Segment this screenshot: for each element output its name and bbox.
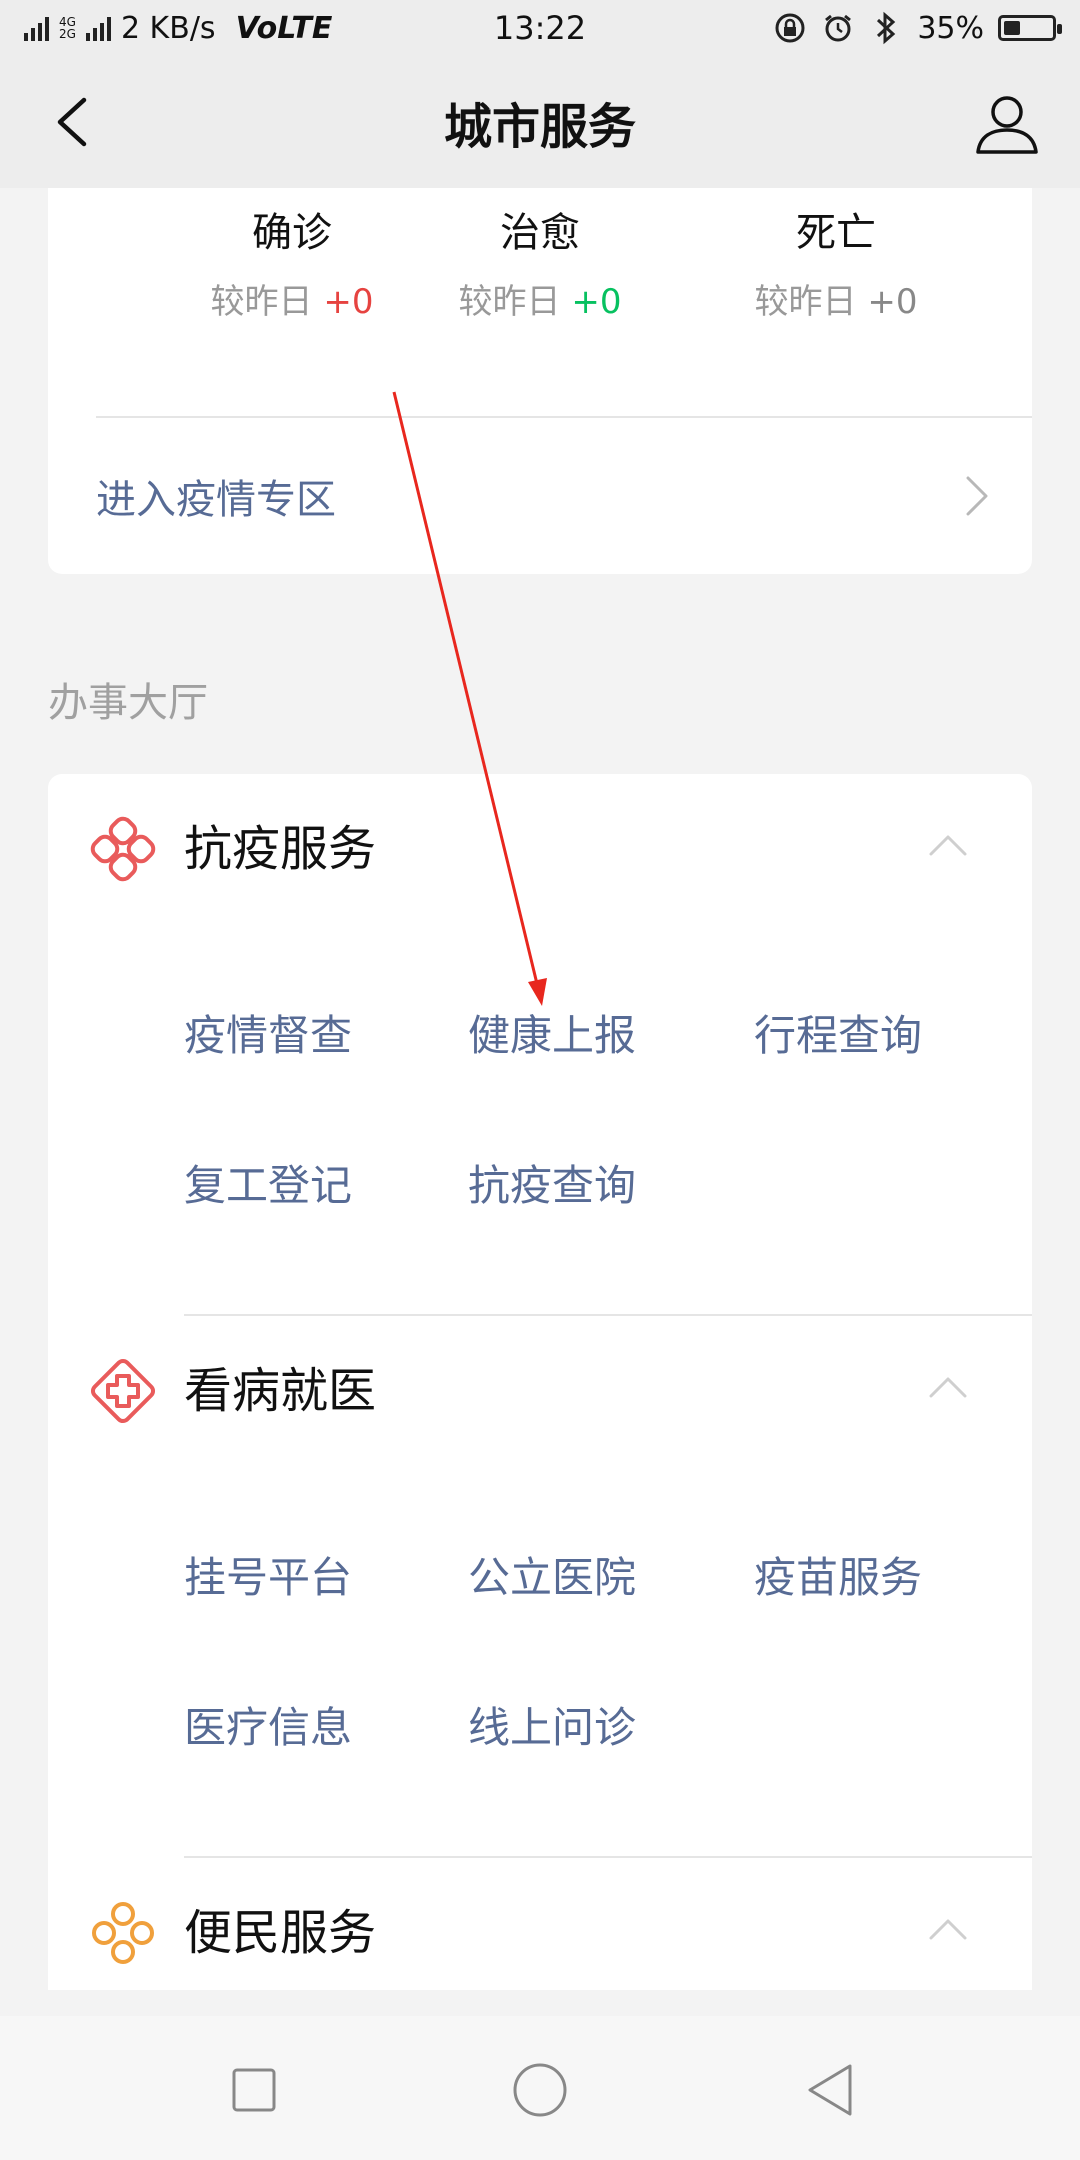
category-title: 便民服务 (184, 1905, 377, 1961)
stat-delta-prefix: 较昨日 (458, 282, 572, 322)
category-title: 看病就医 (184, 1363, 377, 1419)
category-header[interactable]: 抗疫服务 (48, 774, 1032, 924)
knot-icon (90, 816, 156, 882)
service-item[interactable]: 疫苗服务 (754, 1550, 922, 1606)
chevron-left-icon[interactable] (48, 94, 104, 150)
battery-icon (998, 15, 1062, 41)
medical-cross-icon (90, 1358, 156, 1424)
stat-label: 确诊 (252, 210, 332, 256)
chevron-up-icon[interactable] (928, 1374, 968, 1400)
stat-delta-value: +0 (867, 282, 918, 322)
service-item[interactable]: 公立医院 (468, 1550, 636, 1606)
stat-deaths: 死亡 较昨日 +0 (716, 206, 956, 323)
square-icon (232, 2068, 276, 2112)
service-item[interactable]: 挂号平台 (184, 1550, 352, 1606)
stat-delta: 较昨日 +0 (172, 274, 412, 323)
service-item[interactable]: 疫情督查 (184, 1008, 352, 1064)
category-header[interactable]: 看病就医 (48, 1316, 1032, 1466)
network-type-bottom: 2G (59, 27, 76, 41)
stat-delta-value: +0 (323, 282, 374, 322)
status-left: 4G 2G 2 KB/s VoLTE (24, 11, 332, 46)
bluetooth-icon (869, 11, 903, 45)
service-item[interactable]: 医疗信息 (184, 1700, 352, 1756)
network-speed: 2 KB/s (120, 10, 216, 46)
battery-level (1004, 21, 1021, 35)
stat-delta-value: +0 (571, 282, 622, 322)
stat-label: 治愈 (500, 210, 580, 256)
recent-apps-button[interactable] (224, 2060, 284, 2120)
signal-icon (24, 15, 49, 41)
chevron-right-icon (966, 476, 988, 516)
signal-icon-2 (85, 15, 111, 41)
service-item[interactable]: 抗疫查询 (468, 1158, 636, 1214)
category-header[interactable]: 便民服务 (48, 1858, 1032, 1990)
stat-label: 死亡 (796, 210, 876, 256)
stat-confirmed: 确诊 较昨日 +0 (172, 206, 412, 323)
back-button[interactable] (800, 2060, 860, 2120)
network-type: 4G 2G (59, 16, 76, 40)
user-icon[interactable] (974, 92, 1040, 158)
clover-icon (92, 1902, 154, 1964)
enter-epidemic-zone-label: 进入疫情专区 (96, 477, 336, 523)
system-nav-bar (0, 2016, 1080, 2160)
section-heading: 办事大厅 (48, 680, 208, 726)
service-item[interactable]: 健康上报 (468, 1008, 636, 1064)
service-item[interactable]: 复工登记 (184, 1158, 352, 1214)
chevron-up-icon[interactable] (928, 832, 968, 858)
status-right: 35% (773, 10, 1062, 46)
volte-indicator: VoLTE (235, 10, 333, 46)
service-item[interactable]: 行程查询 (754, 1008, 922, 1064)
category-title: 抗疫服务 (184, 821, 377, 877)
stat-cured: 治愈 较昨日 +0 (420, 206, 660, 323)
epidemic-stats-card: 确诊 较昨日 +0 治愈 较昨日 +0 死亡 较昨日 +0 进入疫情专区 (48, 188, 1032, 574)
chevron-up-icon[interactable] (928, 1916, 968, 1942)
enter-epidemic-zone-link[interactable]: 进入疫情专区 (48, 418, 1032, 574)
circle-icon (513, 2063, 567, 2117)
status-bar: 4G 2G 2 KB/s VoLTE 13:22 35% (0, 0, 1080, 56)
battery-percent: 35% (917, 10, 984, 46)
triangle-back-icon (808, 2064, 852, 2116)
stat-delta-prefix: 较昨日 (754, 282, 868, 322)
app-header: 城市服务 (0, 56, 1080, 188)
services-card: 抗疫服务 疫情督查 健康上报 行程查询 复工登记 抗疫查询 看病就医 挂号平台 (48, 774, 1032, 1990)
page-title: 城市服务 (443, 99, 636, 155)
stat-delta-prefix: 较昨日 (210, 282, 324, 322)
stat-delta: 较昨日 +0 (420, 274, 660, 323)
lock-rotation-icon (773, 11, 807, 45)
alarm-icon (821, 11, 855, 45)
home-button[interactable] (510, 2060, 570, 2120)
stat-delta: 较昨日 +0 (716, 274, 956, 323)
service-item[interactable]: 线上问诊 (468, 1700, 636, 1756)
